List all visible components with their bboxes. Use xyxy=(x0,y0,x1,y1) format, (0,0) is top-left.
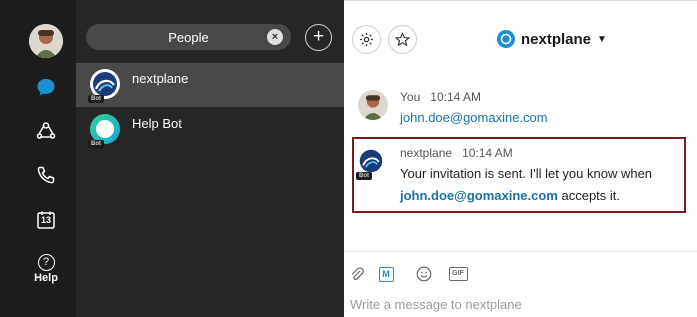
nav-rail: 13 ? Help xyxy=(0,0,76,317)
nextplane-avatar: Bot xyxy=(88,69,120,103)
email-link[interactable]: john.doe@gomaxine.com xyxy=(400,110,548,125)
calendar-day: 13 xyxy=(40,215,51,225)
smiley-icon xyxy=(416,266,432,282)
sender-name: You xyxy=(400,90,421,104)
bot-badge: Bot xyxy=(88,95,104,103)
help-button[interactable]: ? Help xyxy=(33,254,59,284)
markdown-label: M xyxy=(382,268,390,279)
people-filter[interactable]: People × xyxy=(86,24,291,50)
sender-avatar xyxy=(358,90,388,120)
gif-icon: GIF xyxy=(448,267,468,281)
help-icon: ? xyxy=(37,254,55,271)
message-meta: You 10:14 AM xyxy=(400,90,481,104)
user-avatar[interactable] xyxy=(29,24,63,58)
gear-icon xyxy=(359,32,374,47)
clear-filter-button[interactable]: × xyxy=(267,29,283,45)
star-icon xyxy=(395,32,410,47)
chevron-down-icon: ▼ xyxy=(597,33,607,45)
gif-button[interactable]: GIF xyxy=(448,265,468,283)
message-input[interactable]: Write a message to nextplane xyxy=(350,297,522,312)
help-label: Help xyxy=(34,272,58,284)
help-bot-avatar: Bot xyxy=(88,114,120,148)
teams-icon[interactable] xyxy=(34,119,58,143)
user-photo-icon xyxy=(358,90,388,120)
list-item-help-bot[interactable]: Bot Help Bot xyxy=(76,108,344,152)
emoji-button[interactable] xyxy=(415,265,433,283)
favorite-button[interactable] xyxy=(388,25,417,54)
attach-button[interactable] xyxy=(348,265,366,283)
settings-button[interactable] xyxy=(352,25,381,54)
highlight-box xyxy=(352,137,686,213)
composer-divider xyxy=(344,251,697,252)
calendar-icon[interactable]: 13 xyxy=(34,208,58,232)
space-name: nextplane xyxy=(521,30,592,48)
message-time: 10:14 AM xyxy=(430,90,481,104)
list-item-name: Help Bot xyxy=(132,116,182,131)
messaging-icon[interactable] xyxy=(34,75,58,99)
conversation-list-panel: People × + Bot nextplane Bot Help Bot xyxy=(76,0,344,317)
bot-badge: Bot xyxy=(88,140,104,148)
filter-label: People xyxy=(168,30,209,45)
phone-icon[interactable] xyxy=(34,163,58,187)
space-title[interactable]: nextplane ▼ xyxy=(497,30,607,48)
markdown-button[interactable]: M xyxy=(378,265,394,283)
list-item-nextplane[interactable]: Bot nextplane xyxy=(76,63,344,107)
user-photo-icon xyxy=(29,24,63,58)
markdown-icon: M xyxy=(378,266,394,282)
add-button[interactable]: + xyxy=(305,24,332,51)
paperclip-icon xyxy=(351,267,364,281)
gif-label: GIF xyxy=(452,270,464,277)
list-item-name: nextplane xyxy=(132,71,189,86)
space-logo-icon xyxy=(497,30,515,48)
